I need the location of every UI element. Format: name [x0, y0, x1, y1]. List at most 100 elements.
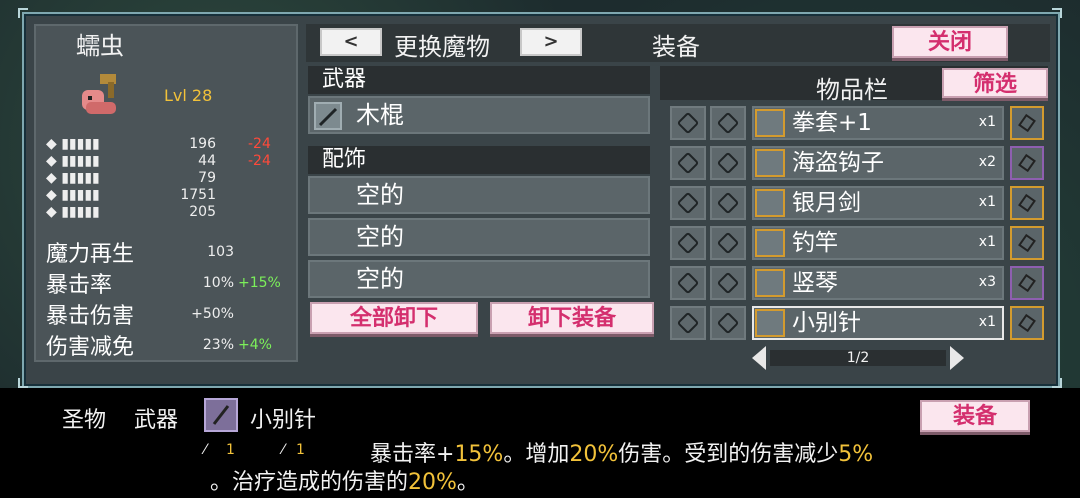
weapon-slot[interactable]: 木棍 [308, 96, 650, 134]
inventory-side-icon[interactable] [1010, 306, 1044, 340]
item-icon [755, 269, 785, 297]
inventory-item-name: 钓竿 [792, 230, 838, 256]
inventory-side-icon[interactable] [1010, 226, 1044, 260]
item-magic-stat: 1 [296, 442, 305, 458]
inventory-item-count: x1 [978, 114, 996, 130]
prev-monster-button[interactable]: < [320, 28, 382, 56]
frame-corner [18, 378, 28, 388]
weapon-header: 武器 [308, 66, 650, 94]
inventory-side-icon[interactable] [1010, 146, 1044, 180]
inventory-item-count: x2 [978, 154, 996, 170]
big-stat-delta: +4% [238, 337, 272, 353]
unequip-all-button[interactable]: 全部卸下 [310, 302, 478, 334]
inventory-slot-icon[interactable] [670, 306, 706, 340]
big-stat-label: 伤害减免 [46, 335, 135, 360]
inventory-slot-icon[interactable] [670, 266, 706, 300]
item-icon [755, 149, 785, 177]
change-monster-label: 更换魔物 [394, 33, 490, 61]
stat-value: 1751 [180, 187, 216, 203]
big-stat-delta: +15% [238, 275, 281, 291]
item-icon [755, 309, 785, 337]
sword-icon: ◆ ▮▮▮▮▮ [46, 136, 100, 152]
inventory-item-name: 竖琴 [792, 270, 838, 296]
equip-button[interactable]: 装备 [920, 400, 1030, 432]
accessory-slot[interactable]: 空的 [308, 260, 650, 298]
inventory-slot-icon[interactable] [670, 186, 706, 220]
stat-delta: -24 [248, 136, 271, 152]
close-button[interactable]: 关闭 [892, 26, 1008, 58]
frame-corner [18, 8, 28, 18]
page-prev-icon[interactable] [752, 346, 766, 370]
inventory-item[interactable]: 竖琴 x3 [752, 266, 1004, 300]
inventory-slot-icon[interactable] [710, 106, 746, 140]
frame-corner [1052, 8, 1062, 18]
stat-value: 79 [198, 170, 216, 186]
inventory-item-name: 海盗钩子 [792, 150, 884, 176]
big-stat-label: 魔力再生 [46, 242, 135, 267]
stat-value: 196 [189, 136, 216, 152]
big-stat-label: 暴击率 [46, 273, 113, 298]
heart-icon: ◆ ▮▮▮▮▮ [46, 187, 100, 203]
inventory-item-name: 拳套+1 [792, 110, 872, 136]
item-description-line2: 。治疗造成的伤害的20%。 [210, 464, 479, 496]
inventory-item[interactable]: 银月剑 x1 [752, 186, 1004, 220]
inventory-side-icon[interactable] [1010, 266, 1044, 300]
item-type: 武器 [134, 408, 179, 433]
description-text: 。治疗造成的伤害的 [210, 470, 409, 495]
inventory-item[interactable]: 钓竿 x1 [752, 226, 1004, 260]
accessory-slot[interactable]: 空的 [308, 176, 650, 214]
stat-value: 44 [198, 153, 216, 169]
inventory-item-count: x1 [978, 234, 996, 250]
item-name: 小别针 [250, 408, 317, 433]
item-icon [755, 109, 785, 137]
wand-icon: ◆ ▮▮▮▮▮ [46, 153, 100, 169]
inventory-slot-icon[interactable] [710, 306, 746, 340]
page-indicator: 1/2 [770, 350, 946, 366]
description-highlight: 20% [408, 470, 457, 495]
inventory-slot-icon[interactable] [670, 106, 706, 140]
item-attack-stat: 1 [226, 442, 235, 458]
inventory-side-icon[interactable] [1010, 186, 1044, 220]
big-stat-value: +50% [191, 306, 234, 322]
accessory-slot[interactable]: 空的 [308, 218, 650, 256]
stat-value: 205 [189, 204, 216, 220]
big-stat-label: 暴击伤害 [46, 304, 135, 329]
stick-icon [314, 102, 342, 130]
description-text: 伤害。受到的伤害减少 [618, 442, 839, 467]
inventory-slot-icon[interactable] [670, 146, 706, 180]
magic-stat-icon: ⁄ [282, 442, 285, 458]
attack-stat-icon: ⁄ [204, 442, 207, 458]
accessory-header: 配饰 [308, 146, 650, 174]
equipment-title: 装备 [652, 33, 700, 61]
big-stat-value: 23% [202, 337, 234, 353]
inventory-item[interactable]: 拳套+1 x1 [752, 106, 1004, 140]
frame-corner [1052, 378, 1062, 388]
big-stat-value: 103 [207, 244, 234, 260]
inventory-item-name: 小别针 [792, 310, 861, 336]
inventory-slot-icon[interactable] [710, 226, 746, 260]
item-rarity: 圣物 [62, 408, 107, 433]
inventory-slot-icon[interactable] [710, 186, 746, 220]
item-icon [755, 189, 785, 217]
inventory-item-name: 银月剑 [792, 190, 861, 216]
inventory-slot-icon[interactable] [710, 266, 746, 300]
description-text: 。 [456, 470, 479, 495]
page-next-icon[interactable] [950, 346, 964, 370]
weapon-item-name: 木棍 [356, 101, 404, 129]
monster-name: 蠕虫 [76, 32, 124, 60]
shield-icon: ◆ ▮▮▮▮▮ [46, 170, 100, 186]
worm-sprite-icon [78, 72, 126, 118]
filter-button[interactable]: 筛选 [942, 68, 1048, 98]
unequip-button[interactable]: 卸下装备 [490, 302, 654, 334]
pin-icon [204, 398, 238, 432]
inventory-side-icon[interactable] [1010, 106, 1044, 140]
stat-delta: -24 [248, 153, 271, 169]
inventory-item[interactable]: 小别针 x1 [752, 306, 1004, 340]
next-monster-button[interactable]: > [520, 28, 582, 56]
description-highlight: 5% [838, 442, 874, 467]
inventory-item[interactable]: 海盗钩子 x2 [752, 146, 1004, 180]
item-icon [755, 229, 785, 257]
monster-level: Lvl 28 [164, 86, 213, 105]
inventory-slot-icon[interactable] [710, 146, 746, 180]
inventory-slot-icon[interactable] [670, 226, 706, 260]
